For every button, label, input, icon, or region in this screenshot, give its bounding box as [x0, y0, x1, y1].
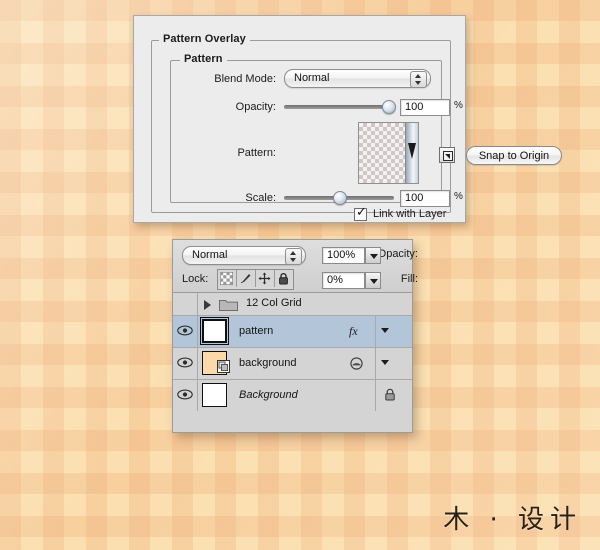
- layer-rows: 12 Col Grid pattern fx background Backgr…: [173, 293, 412, 432]
- layers-fill-dropdown-icon[interactable]: [365, 272, 381, 289]
- blend-mode-value: Normal: [294, 72, 330, 84]
- layer-thumbnail[interactable]: [202, 351, 230, 378]
- checkmark-icon: ✓: [356, 205, 367, 220]
- scale-unit: %: [454, 191, 463, 202]
- lock-label: Lock:: [182, 273, 209, 285]
- layer-effects-disclosure-icon[interactable]: [381, 360, 389, 365]
- opacity-slider[interactable]: [284, 100, 396, 114]
- watermark: 木 · 设计: [443, 505, 582, 535]
- snap-to-origin-button[interactable]: Snap to Origin: [466, 146, 562, 165]
- layers-panel-header: Normal Opacity: 100% Fill: 0% Lock:: [173, 240, 418, 293]
- table-row[interactable]: Background: [173, 380, 412, 411]
- layers-opacity-input[interactable]: 100%: [322, 247, 381, 264]
- opacity-input[interactable]: 100: [400, 99, 450, 116]
- opacity-slider-thumb[interactable]: [382, 100, 396, 114]
- layer-row-right: [350, 348, 412, 379]
- layer-effects-fx-icon[interactable]: fx: [349, 324, 358, 339]
- scale-slider[interactable]: [284, 191, 394, 205]
- eye-icon: [177, 325, 193, 336]
- layers-blend-mode-stepper-icon[interactable]: [285, 248, 302, 265]
- layer-group-name: 12 Col Grid: [246, 297, 302, 309]
- pattern-swatch-arrow-icon: [408, 143, 416, 159]
- layer-visibility-toggle[interactable]: [173, 316, 198, 347]
- opacity-unit: %: [454, 100, 463, 111]
- layers-fill-value: 0%: [327, 274, 343, 286]
- lock-image-icon[interactable]: [237, 270, 256, 287]
- pattern-swatch[interactable]: [358, 122, 419, 184]
- lock-all-icon[interactable]: [275, 270, 293, 287]
- layer-visibility-toggle[interactable]: [173, 348, 198, 379]
- layer-thumbnail[interactable]: [200, 317, 229, 345]
- pattern-subgroup-title: Pattern: [180, 53, 227, 65]
- lock-icon-group: [217, 269, 294, 290]
- smart-object-badge-icon: [217, 360, 230, 378]
- pattern-overlay-dialog: Pattern Overlay Pattern Blend Mode: Norm…: [133, 15, 562, 223]
- pattern-preset-icon[interactable]: [439, 147, 455, 163]
- blend-mode-stepper-icon[interactable]: [410, 71, 427, 88]
- layer-name: pattern: [239, 325, 274, 337]
- pattern-swatch-dropdown[interactable]: [405, 123, 418, 183]
- blend-mode-select[interactable]: Normal: [284, 69, 431, 88]
- layer-name: Background: [239, 389, 298, 401]
- lock-position-icon[interactable]: [256, 270, 275, 287]
- layer-row-right: fx: [349, 316, 412, 347]
- layers-opacity-value: 100%: [327, 249, 356, 261]
- group-visibility-toggle[interactable]: [173, 293, 198, 315]
- layer-visibility-toggle[interactable]: [173, 380, 198, 411]
- layers-panel: Normal Opacity: 100% Fill: 0% Lock: 12 C…: [172, 239, 418, 433]
- scale-slider-thumb[interactable]: [333, 191, 347, 205]
- opacity-label: Opacity:: [235, 101, 276, 113]
- layers-blend-mode-select[interactable]: Normal: [182, 246, 306, 265]
- layers-blend-mode-value: Normal: [192, 249, 228, 261]
- table-row[interactable]: background: [173, 348, 412, 380]
- scale-input[interactable]: 100: [400, 190, 450, 207]
- table-row[interactable]: pattern fx: [173, 316, 412, 348]
- opacity-slider-track: [284, 105, 394, 109]
- lock-transparency-icon[interactable]: [218, 270, 237, 287]
- eye-icon: [177, 389, 193, 400]
- layers-opacity-dropdown-icon[interactable]: [365, 247, 381, 264]
- pattern-label: Pattern:: [237, 147, 276, 159]
- scale-label: Scale:: [245, 192, 276, 204]
- chevron-right-icon[interactable]: [204, 300, 211, 310]
- folder-icon: [219, 298, 238, 316]
- layer-thumbnail[interactable]: [202, 383, 227, 407]
- layers-fill-input[interactable]: 0%: [322, 272, 381, 289]
- layer-row-right: [375, 380, 412, 411]
- link-with-layer-checkbox[interactable]: ✓: [354, 205, 367, 221]
- smart-object-icon[interactable]: [350, 357, 363, 375]
- link-with-layer-label: Link with Layer: [373, 208, 447, 220]
- layer-group-row[interactable]: 12 Col Grid: [173, 293, 412, 316]
- pattern-swatch-checkerboard: [359, 123, 406, 183]
- pattern-overlay-group-title: Pattern Overlay: [159, 33, 250, 45]
- eye-icon: [177, 357, 193, 368]
- layer-name: background: [239, 357, 297, 369]
- blend-mode-label: Blend Mode:: [214, 73, 276, 85]
- lock-icon: [384, 388, 396, 406]
- layer-effects-disclosure-icon[interactable]: [381, 328, 389, 333]
